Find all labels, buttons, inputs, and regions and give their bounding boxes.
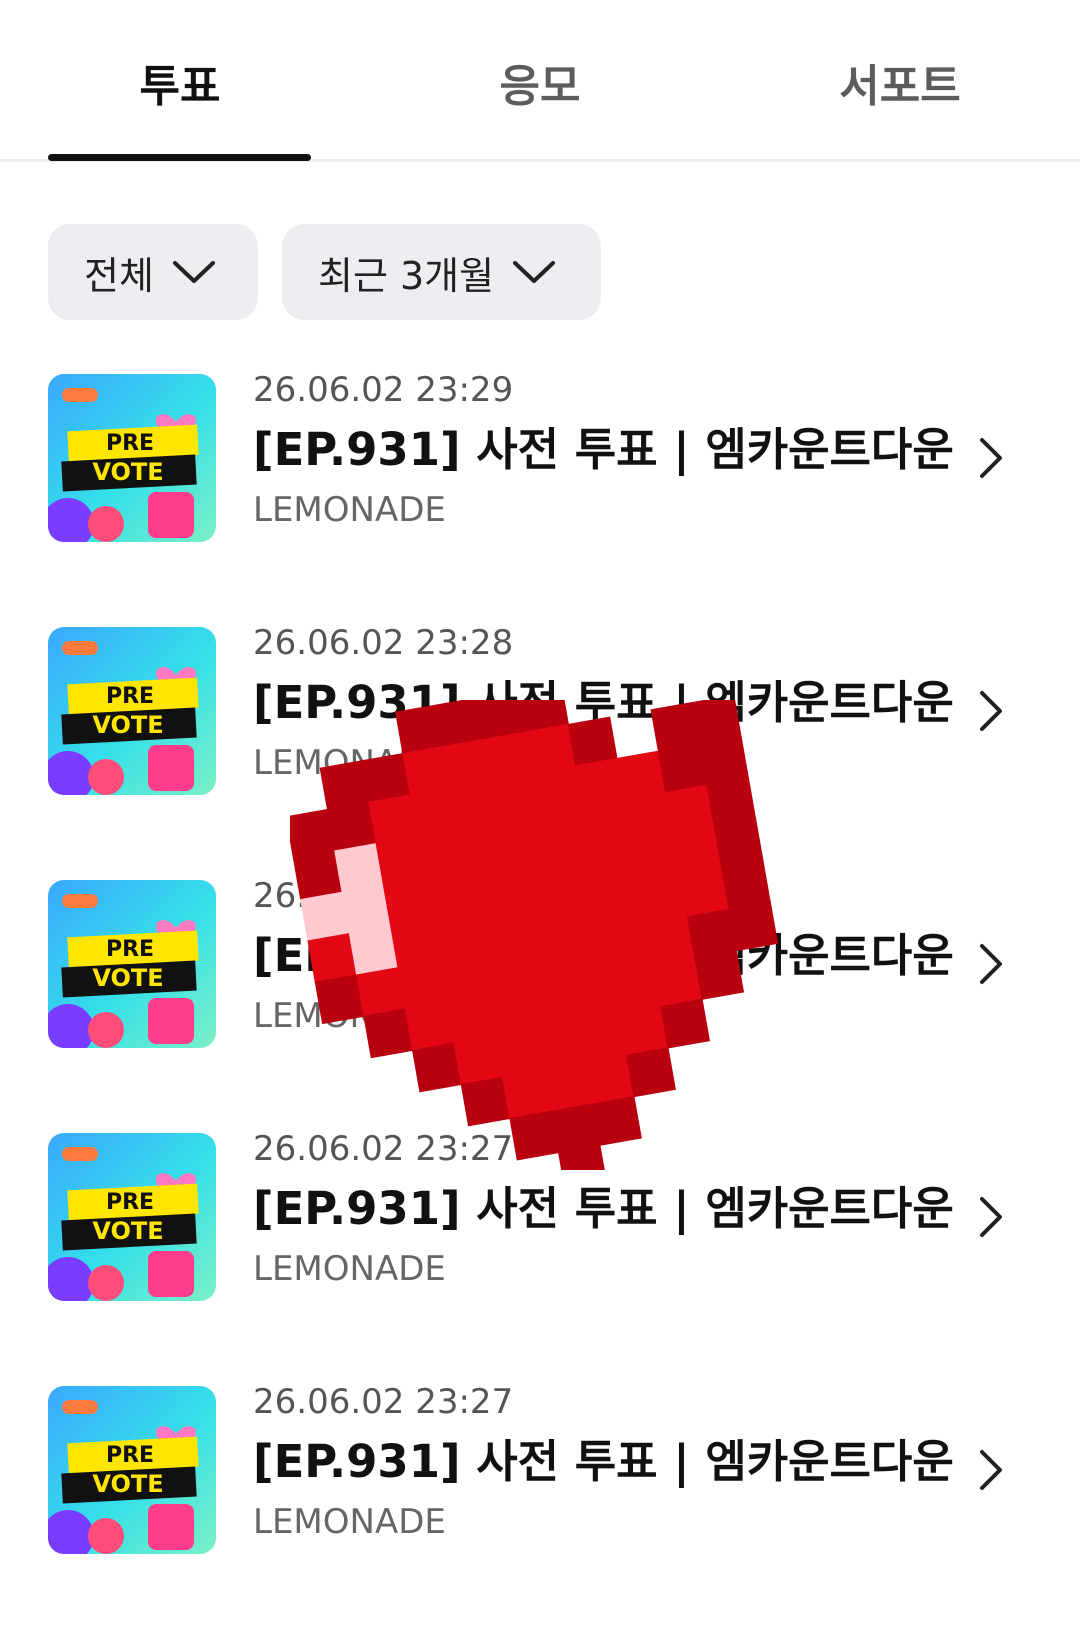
item-meta: 26.06.02 23:28 [EP.931] 사전 투표 | 엠카운트다운 L… <box>253 623 954 783</box>
item-source: LEMONADE <box>253 1502 446 1542</box>
item-meta: 26.06.02 23:29 [EP.931] 사전 투표 | 엠카운트다운 L… <box>253 370 954 530</box>
item-date: 26.06.02 23:27 <box>253 1129 514 1169</box>
item-title: [EP.931] 사전 투표 | 엠카운트다운 <box>253 676 954 729</box>
category-filter-dropdown[interactable]: 전체 <box>48 224 258 320</box>
vote-history-page: 투표 응모 서포트 전체 최근 3개월 PRE VOTE 26.06.02 23… <box>0 0 1080 1634</box>
heart-pixel <box>713 818 764 869</box>
heart-pixel <box>541 806 591 857</box>
category-filter-label: 전체 <box>84 253 154 298</box>
chevron-right-icon <box>980 438 1002 478</box>
active-tab-indicator <box>48 154 311 161</box>
period-filter-dropdown[interactable]: 최근 3개월 <box>282 224 601 320</box>
svg-text:PRE: PRE <box>106 684 154 709</box>
svg-text:VOTE: VOTE <box>92 1217 163 1245</box>
svg-text:VOTE: VOTE <box>92 964 163 992</box>
svg-text:VOTE: VOTE <box>92 1470 163 1498</box>
tab-vote[interactable]: 투표 <box>40 50 320 114</box>
chevron-right-icon <box>980 1450 1002 1490</box>
chevron-down-icon <box>172 261 215 283</box>
item-title: [EP.931] 사전 투표 | 엠카운트다운 <box>253 1435 954 1488</box>
heart-pixel <box>290 808 336 859</box>
chevron-right-icon <box>980 691 1002 731</box>
chevron-right-icon <box>980 1197 1002 1237</box>
item-date: 26.06.02 23:27 <box>253 1382 514 1422</box>
pre-vote-thumbnail: PRE VOTE <box>48 1386 216 1554</box>
pre-vote-thumbnail: PRE VOTE <box>48 374 216 542</box>
heart-pixel <box>543 1061 594 1112</box>
svg-text:PRE: PRE <box>106 1443 154 1468</box>
heart-pixel <box>458 821 509 871</box>
heart-pixel <box>416 828 467 879</box>
svg-text:VOTE: VOTE <box>92 458 163 486</box>
item-date: 26.06.02 23:29 <box>253 370 514 410</box>
item-source: LEMONADE <box>253 743 446 783</box>
item-date: 26.06.02 23:28 <box>253 623 514 663</box>
svg-text:PRE: PRE <box>106 937 154 962</box>
item-title: [EP.931] 사전 투표 | 엠카운트다운 <box>253 929 954 982</box>
list-item[interactable]: PRE VOTE 26.06.02 23:28 [EP.931] 사전 투표 |… <box>0 876 1080 1066</box>
period-filter-label: 최근 3개월 <box>318 253 495 298</box>
tab-bar: 투표 응모 서포트 <box>0 0 1080 162</box>
tab-support[interactable]: 서포트 <box>760 50 1040 114</box>
svg-text:PRE: PRE <box>106 431 154 456</box>
list-item[interactable]: PRE VOTE 26.06.02 23:29 [EP.931] 사전 투표 |… <box>0 370 1080 560</box>
item-source: LEMONADE <box>253 490 446 530</box>
tab-entry[interactable]: 응모 <box>400 50 680 114</box>
list-item[interactable]: PRE VOTE 26.06.02 23:28 [EP.931] 사전 투표 |… <box>0 623 1080 813</box>
chevron-down-icon <box>513 261 556 283</box>
item-date: 26.06.02 23:28 <box>253 876 514 916</box>
item-title: [EP.931] 사전 투표 | 엠카운트다운 <box>253 1182 954 1235</box>
list-item[interactable]: PRE VOTE 26.06.02 23:27 [EP.931] 사전 투표 |… <box>0 1129 1080 1319</box>
svg-text:VOTE: VOTE <box>92 711 163 739</box>
chevron-right-icon <box>980 944 1002 984</box>
item-source: LEMONADE <box>253 996 446 1036</box>
item-meta: 26.06.02 23:28 [EP.931] 사전 투표 | 엠카운트다운 L… <box>253 876 954 1036</box>
pre-vote-thumbnail: PRE VOTE <box>48 880 216 1048</box>
heart-pixel <box>672 826 723 876</box>
list-item[interactable]: PRE VOTE 26.06.02 23:27 [EP.931] 사전 투표 |… <box>0 1382 1080 1572</box>
pre-vote-thumbnail: PRE VOTE <box>48 1133 216 1301</box>
item-source: LEMONADE <box>253 1249 446 1289</box>
heart-pixel <box>460 1076 511 1127</box>
item-title: [EP.931] 사전 투표 | 엠카운트다운 <box>253 423 954 476</box>
pre-vote-thumbnail: PRE VOTE <box>48 627 216 795</box>
item-meta: 26.06.02 23:27 [EP.931] 사전 투표 | 엠카운트다운 L… <box>253 1382 954 1542</box>
heart-pixel <box>502 1069 552 1120</box>
heart-pixel <box>499 813 550 864</box>
svg-text:PRE: PRE <box>106 1190 154 1215</box>
item-meta: 26.06.02 23:27 [EP.931] 사전 투표 | 엠카운트다운 L… <box>253 1129 954 1289</box>
